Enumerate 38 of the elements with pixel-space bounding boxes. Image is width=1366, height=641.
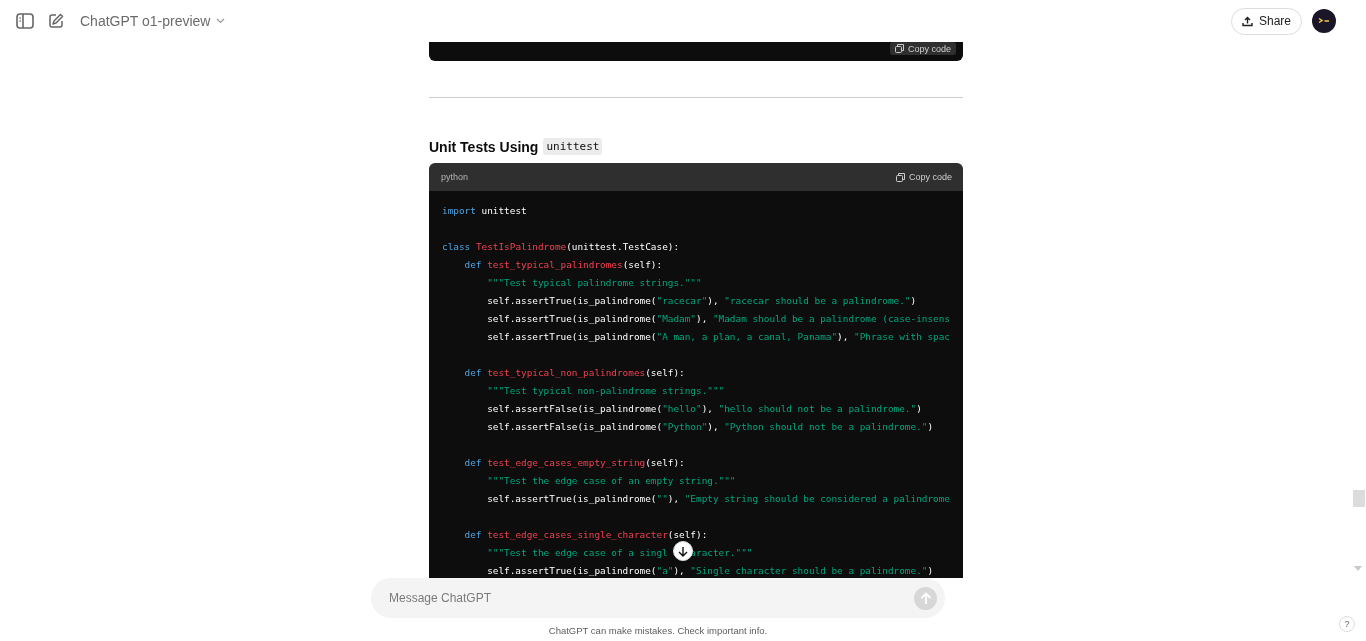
copy-icon xyxy=(895,172,905,182)
chevron-icon xyxy=(216,18,226,24)
code-line: """Test typical palindrome strings.""" xyxy=(486,276,703,290)
copy-code-button[interactable]: Copy code xyxy=(889,42,956,55)
sidebar-icon[interactable] xyxy=(16,13,34,29)
code-line: self.assertFalse(is_palindrome("hello"), "hello should not be a palindrome.") xyxy=(486,402,923,416)
arrow-up-icon xyxy=(919,591,932,605)
message-field[interactable]: Message ChatGPT xyxy=(387,590,914,606)
code-line: self.assertTrue(is_palindrome("a"), "Single character should be a palindrome.") xyxy=(486,564,935,578)
code-line: class TestIsPalindrome(unittest.TestCase): xyxy=(442,240,681,254)
edit-icon[interactable] xyxy=(48,13,64,29)
language-label: python xyxy=(441,172,469,182)
code-line: self.assertTrue(is_palindrome("A man, a plan, a canal, Panama"), "Phrase with spac xyxy=(486,330,951,344)
arrow-down-icon xyxy=(678,545,688,557)
code-line: import unittest xyxy=(442,204,528,218)
code-line: def test_typical_palindromes(self): xyxy=(463,258,664,272)
code-line: self.assertTrue(is_palindrome("racecar"), "racecar should be a palindrome.") xyxy=(486,294,918,308)
upload-icon xyxy=(1241,15,1253,27)
code-line: def test_edge_cases_single_character(self): xyxy=(463,528,709,542)
copy-icon xyxy=(894,44,904,53)
copy-code-button[interactable]: Copy code xyxy=(890,170,957,184)
model-selector[interactable]: ChatGPT o1-preview xyxy=(80,13,226,29)
code-line: """Test typical non-palindrome strings.""" xyxy=(486,384,726,398)
code-line: self.assertTrue(is_palindrome("Madam"), "Madam should be a palindrome (case-insens xyxy=(486,312,951,326)
scrollbar-thumb[interactable] xyxy=(1353,490,1365,507)
message-composer[interactable]: Message ChatGPT xyxy=(371,578,945,618)
section-heading: Unit Tests Using xyxy=(429,138,539,155)
avatar-icon[interactable] xyxy=(1312,9,1336,33)
code-line: """Test the edge case of an empty string.""" xyxy=(486,474,737,488)
code-text: """Test the edge case of a singl xyxy=(486,547,668,558)
code-line: def test_typical_non_palindromes(self): xyxy=(463,366,686,380)
code-line: self.assertFalse(is_palindrome("Python"), "Python should not be a palindrome.") xyxy=(486,420,935,434)
share-button[interactable]: Share xyxy=(1230,7,1302,35)
help-button[interactable]: ? xyxy=(1339,616,1355,632)
code-line: self.assertTrue(is_palindrome(""), "Empty string should be considered a palindrome xyxy=(486,492,951,506)
disclaimer-text: ChatGPT can make mistakes. Check important info. xyxy=(548,625,768,636)
inline-code: unittest xyxy=(543,138,603,155)
code-line: def test_edge_cases_empty_string(self): xyxy=(463,456,686,470)
